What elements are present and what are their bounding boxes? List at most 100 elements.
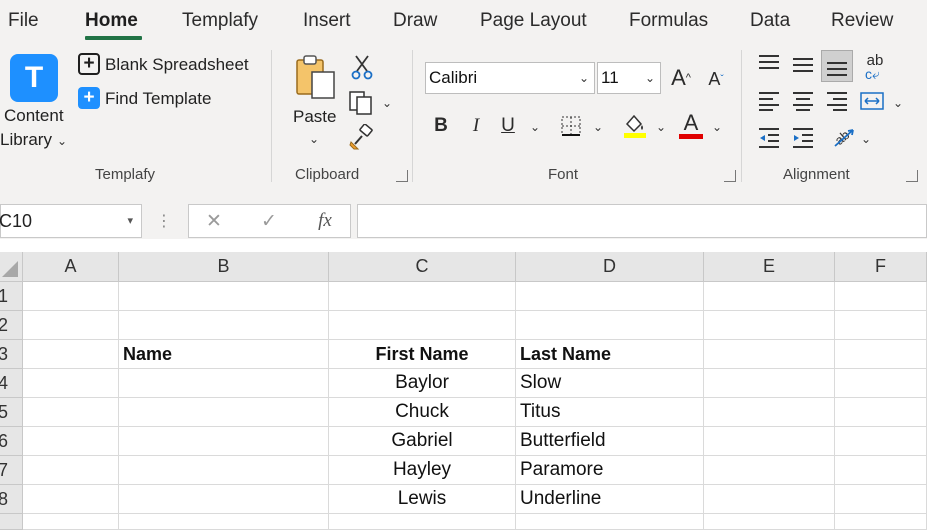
cell-b5[interactable] xyxy=(119,398,329,427)
cell-e4[interactable] xyxy=(704,369,835,398)
cell-c7[interactable]: Hayley xyxy=(329,456,516,485)
formula-input[interactable] xyxy=(357,204,927,238)
row-header-7[interactable]: 7 xyxy=(0,456,23,485)
alignment-launcher-icon[interactable] xyxy=(906,170,918,182)
cell-b9[interactable] xyxy=(119,514,329,530)
column-header-d[interactable]: D xyxy=(516,252,704,282)
bold-icon[interactable]: B xyxy=(431,114,451,138)
align-left-icon[interactable] xyxy=(757,90,781,112)
font-family-select[interactable]: Calibri ⌄ xyxy=(425,62,595,94)
cell-c2[interactable] xyxy=(329,311,516,340)
cell-f3[interactable] xyxy=(835,340,927,369)
column-header-f[interactable]: F xyxy=(835,252,927,282)
insert-function-icon[interactable]: fx xyxy=(312,209,338,233)
row-header-2[interactable]: 2 xyxy=(0,311,23,340)
cell-f6[interactable] xyxy=(835,427,927,456)
tab-file[interactable]: File xyxy=(8,10,39,32)
underline-icon[interactable]: U xyxy=(498,114,518,138)
align-right-icon[interactable] xyxy=(825,90,849,112)
merge-center-chevron-icon[interactable]: ⌄ xyxy=(892,96,904,110)
find-template-button[interactable]: Find Template xyxy=(105,89,211,109)
bottom-align-icon[interactable] xyxy=(821,50,853,82)
cell-c3[interactable]: First Name xyxy=(329,340,516,369)
cut-icon[interactable] xyxy=(350,54,374,80)
tab-data[interactable]: Data xyxy=(750,10,790,32)
cell-a4[interactable] xyxy=(23,369,119,398)
column-header-a[interactable]: A xyxy=(23,252,119,282)
cell-c4[interactable]: Baylor xyxy=(329,369,516,398)
select-all-corner[interactable] xyxy=(0,252,23,282)
format-painter-icon[interactable] xyxy=(349,124,375,150)
cell-b6[interactable] xyxy=(119,427,329,456)
increase-indent-icon[interactable] xyxy=(791,126,815,150)
tab-page-layout[interactable]: Page Layout xyxy=(480,10,587,32)
cell-d3[interactable]: Last Name xyxy=(516,340,704,369)
tab-formulas[interactable]: Formulas xyxy=(629,10,708,32)
cell-b2[interactable] xyxy=(119,311,329,340)
cell-f1[interactable] xyxy=(835,282,927,311)
name-box[interactable]: C10 ▾ xyxy=(0,204,142,238)
cell-f8[interactable] xyxy=(835,485,927,514)
copy-chevron-icon[interactable]: ⌄ xyxy=(381,96,393,110)
cell-f2[interactable] xyxy=(835,311,927,340)
column-header-e[interactable]: E xyxy=(704,252,835,282)
cell-c9[interactable] xyxy=(329,514,516,530)
cell-e9[interactable] xyxy=(704,514,835,530)
content-library-chevron-icon[interactable]: ⌄ xyxy=(56,134,68,148)
cell-e1[interactable] xyxy=(704,282,835,311)
cell-d8[interactable]: Underline xyxy=(516,485,704,514)
tab-draw[interactable]: Draw xyxy=(393,10,437,32)
borders-icon[interactable] xyxy=(559,114,583,138)
cell-d1[interactable] xyxy=(516,282,704,311)
cell-f4[interactable] xyxy=(835,369,927,398)
cell-b7[interactable] xyxy=(119,456,329,485)
content-library-label-1[interactable]: Content xyxy=(4,106,64,126)
tab-templafy[interactable]: Templafy xyxy=(182,10,258,32)
column-header-c[interactable]: C xyxy=(329,252,516,282)
cell-d2[interactable] xyxy=(516,311,704,340)
top-align-icon[interactable] xyxy=(757,52,781,74)
row-header-8[interactable]: 8 xyxy=(0,485,23,514)
row-header-5[interactable]: 5 xyxy=(0,398,23,427)
cell-e6[interactable] xyxy=(704,427,835,456)
decrease-indent-icon[interactable] xyxy=(757,126,781,150)
cell-e2[interactable] xyxy=(704,311,835,340)
font-launcher-icon[interactable] xyxy=(724,170,736,182)
paste-chevron-icon[interactable]: ⌄ xyxy=(308,132,320,146)
cell-f9[interactable] xyxy=(835,514,927,530)
cell-c5[interactable]: Chuck xyxy=(329,398,516,427)
templafy-logo-icon[interactable]: T xyxy=(10,54,58,102)
font-color-chevron-icon[interactable]: ⌄ xyxy=(711,120,723,134)
fill-color-icon[interactable] xyxy=(622,112,648,140)
orientation-icon[interactable]: ab xyxy=(831,124,857,150)
row-header-6[interactable]: 6 xyxy=(0,427,23,456)
cell-a7[interactable] xyxy=(23,456,119,485)
cell-c8[interactable]: Lewis xyxy=(329,485,516,514)
row-header-9[interactable] xyxy=(0,514,23,530)
cell-b8[interactable] xyxy=(119,485,329,514)
clipboard-launcher-icon[interactable] xyxy=(396,170,408,182)
cell-f7[interactable] xyxy=(835,456,927,485)
cell-e5[interactable] xyxy=(704,398,835,427)
paste-button[interactable]: Paste xyxy=(293,107,336,127)
cell-e8[interactable] xyxy=(704,485,835,514)
find-template-icon[interactable]: + xyxy=(78,87,100,109)
cell-a3[interactable] xyxy=(23,340,119,369)
wrap-text-icon[interactable]: ab c⤶ xyxy=(861,52,889,82)
fill-color-chevron-icon[interactable]: ⌄ xyxy=(655,120,667,134)
borders-chevron-icon[interactable]: ⌄ xyxy=(592,120,604,134)
row-header-1[interactable]: 1 xyxy=(0,282,23,311)
underline-chevron-icon[interactable]: ⌄ xyxy=(529,120,541,134)
row-header-3[interactable]: 3 xyxy=(0,340,23,369)
cell-c1[interactable] xyxy=(329,282,516,311)
tab-review[interactable]: Review xyxy=(831,10,893,32)
column-header-b[interactable]: B xyxy=(119,252,329,282)
orientation-chevron-icon[interactable]: ⌄ xyxy=(860,132,872,146)
font-color-icon[interactable]: A xyxy=(678,110,704,140)
copy-icon[interactable] xyxy=(347,90,375,116)
blank-spreadsheet-button[interactable]: Blank Spreadsheet xyxy=(105,55,249,75)
cell-b1[interactable] xyxy=(119,282,329,311)
cell-d6[interactable]: Butterfield xyxy=(516,427,704,456)
cell-b4[interactable] xyxy=(119,369,329,398)
middle-align-icon[interactable] xyxy=(791,54,815,76)
